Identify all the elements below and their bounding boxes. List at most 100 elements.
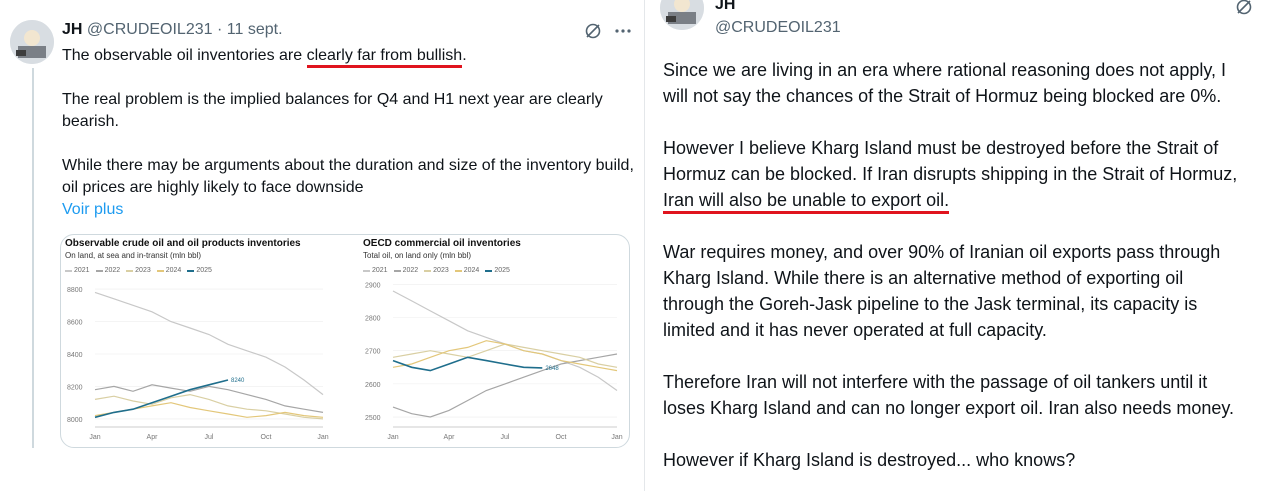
y-tick-label: 8200 bbox=[67, 384, 83, 391]
tweet-actions bbox=[584, 22, 632, 45]
chart-plot-area: 2900 2800 2700 2600 2500 Jan Apr Jul Oct Jan 2648 bbox=[365, 282, 623, 441]
text-line: However I believe Kharg Island must be d… bbox=[663, 138, 1219, 158]
author-avatar[interactable] bbox=[10, 20, 54, 64]
legend-label: 2023 bbox=[433, 267, 449, 274]
chart-title: Observable crude oil and oil products in… bbox=[65, 238, 301, 249]
chart-legend: 2021 2022 2023 2024 2025 bbox=[65, 267, 212, 274]
legend-swatch bbox=[187, 269, 195, 272]
grok-icon[interactable] bbox=[1235, 0, 1253, 21]
y-tick-label: 2800 bbox=[365, 316, 381, 323]
legend-item: 2021 bbox=[363, 267, 388, 274]
x-tick-label: Apr bbox=[444, 434, 456, 441]
legend-swatch bbox=[485, 269, 493, 272]
right-tweet[interactable]: JH @CRUDEOIL231 Since we are living in a… bbox=[645, 0, 1288, 491]
legend-item: 2024 bbox=[454, 267, 480, 274]
author-handle[interactable]: @CRUDEOIL231 bbox=[715, 19, 841, 37]
legend-item: 2022 bbox=[393, 267, 419, 274]
legend-item: 2025 bbox=[485, 267, 510, 274]
highlighted-phrase: clearly far from bullish bbox=[306, 47, 463, 68]
tweet-paragraph-2: The real problem is the implied balances… bbox=[62, 91, 603, 130]
author-name[interactable]: JH bbox=[715, 0, 735, 14]
series-line-2024 bbox=[392, 340, 618, 372]
chart-observable-inventories: Observable crude oil and oil products in… bbox=[65, 235, 335, 447]
tweet-paragraph-3: While there may be arguments about the d… bbox=[62, 157, 634, 196]
series-line-2021 bbox=[392, 290, 618, 391]
chart-subtitle: On land, at sea and in-transit (mln bbl) bbox=[65, 251, 202, 260]
text-line: limited and it has never operated at ful… bbox=[663, 320, 1047, 340]
legend-item: 2022 bbox=[95, 267, 121, 274]
text-line: Therefore Iran will not interfere with t… bbox=[663, 372, 1208, 392]
y-tick-label: 2900 bbox=[365, 282, 381, 289]
chart-oecd-inventories: OECD commercial oil inventories Total oi… bbox=[363, 235, 627, 447]
y-tick-label: 8800 bbox=[67, 287, 83, 294]
text-line: War requires money, and over 90% of Iran… bbox=[663, 242, 1221, 262]
y-tick-label: 8400 bbox=[67, 352, 83, 359]
legend-item: 2023 bbox=[424, 267, 449, 274]
legend-item: 2021 bbox=[65, 267, 90, 274]
legend-item: 2025 bbox=[187, 267, 212, 274]
legend-swatch bbox=[454, 269, 462, 272]
legend-item: 2023 bbox=[126, 267, 151, 274]
tweet-header: JH @CRUDEOIL231 · 11 sept. bbox=[62, 21, 283, 39]
legend-label: 2025 bbox=[196, 267, 212, 274]
chart-image[interactable]: Observable crude oil and oil products in… bbox=[60, 234, 630, 448]
legend-swatch bbox=[424, 269, 432, 272]
author-handle[interactable]: @CRUDEOIL231 bbox=[87, 21, 213, 38]
text-line: Iran will also be unable to export oil. bbox=[663, 187, 1288, 214]
legend-item: 2024 bbox=[156, 267, 182, 274]
text-line: loses Kharg Island and can no longer exp… bbox=[663, 398, 1235, 418]
legend-label: 2024 bbox=[463, 267, 480, 274]
see-more-link[interactable]: Voir plus bbox=[62, 199, 637, 221]
legend-label: 2024 bbox=[165, 267, 182, 274]
y-tick-label: 2600 bbox=[365, 382, 381, 389]
legend-swatch bbox=[156, 269, 164, 272]
tweet-date[interactable]: 11 sept. bbox=[227, 21, 283, 38]
thread-line bbox=[32, 68, 34, 448]
chart-legend: 2021 2022 2023 2024 2025 bbox=[363, 267, 510, 274]
text-line: Since we are living in an era where rati… bbox=[663, 60, 1227, 80]
text-segment: The observable oil inventories are bbox=[62, 47, 307, 64]
left-tweet[interactable]: JH @CRUDEOIL231 · 11 sept. The observabl… bbox=[0, 0, 644, 491]
x-tick-label: Apr bbox=[147, 434, 159, 441]
legend-label: 2023 bbox=[135, 267, 151, 274]
highlighted-phrase: Iran will also be unable to export oil. bbox=[663, 190, 950, 214]
legend-label: 2021 bbox=[74, 267, 90, 274]
series-line-2022 bbox=[94, 384, 324, 413]
text-line: Kharg Island. While there is an alternat… bbox=[663, 268, 1184, 288]
tweet-paragraph-1: The observable oil inventories are clear… bbox=[62, 45, 637, 68]
chart-plot-area: 8800 8600 8400 8200 8000 Jan Apr Jul Oct Jan 8240 bbox=[67, 287, 329, 441]
legend-label: 2021 bbox=[372, 267, 388, 274]
x-tick-label: Jul bbox=[205, 434, 214, 441]
header-separator: · bbox=[216, 21, 223, 38]
legend-swatch bbox=[363, 269, 370, 272]
text-segment: . bbox=[462, 47, 467, 64]
data-label: 2648 bbox=[545, 366, 559, 372]
grok-icon[interactable] bbox=[584, 22, 602, 45]
legend-swatch bbox=[95, 269, 103, 272]
y-tick-label: 2500 bbox=[365, 415, 381, 422]
text-line: However if Kharg Island is destroyed... … bbox=[663, 450, 1076, 470]
y-tick-label: 2700 bbox=[365, 349, 381, 356]
text-line: through the Goreh-Jask pipeline to the J… bbox=[663, 294, 1198, 314]
series-line-2025 bbox=[392, 356, 543, 372]
legend-swatch bbox=[65, 269, 72, 272]
x-tick-label: Oct bbox=[556, 434, 567, 441]
data-label: 8240 bbox=[231, 378, 245, 384]
legend-label: 2022 bbox=[104, 267, 121, 274]
author-avatar[interactable] bbox=[660, 0, 704, 30]
y-tick-label: 8600 bbox=[67, 320, 83, 327]
x-tick-label: Jul bbox=[501, 434, 510, 441]
x-tick-label: Jan bbox=[89, 434, 100, 441]
chart-subtitle: Total oil, on land only (mln bbl) bbox=[363, 251, 472, 260]
more-icon[interactable] bbox=[614, 22, 632, 45]
legend-swatch bbox=[126, 269, 134, 272]
chart-title: OECD commercial oil inventories bbox=[363, 238, 521, 249]
author-name[interactable]: JH bbox=[62, 21, 82, 38]
tweet-text: Since we are living in an era where rati… bbox=[663, 57, 1288, 473]
y-tick-label: 8000 bbox=[67, 417, 83, 424]
legend-swatch bbox=[393, 269, 401, 272]
x-tick-label: Jan bbox=[611, 434, 622, 441]
tweet-text: The observable oil inventories are clear… bbox=[62, 45, 637, 221]
x-tick-label: Jan bbox=[317, 434, 328, 441]
legend-label: 2022 bbox=[402, 267, 419, 274]
